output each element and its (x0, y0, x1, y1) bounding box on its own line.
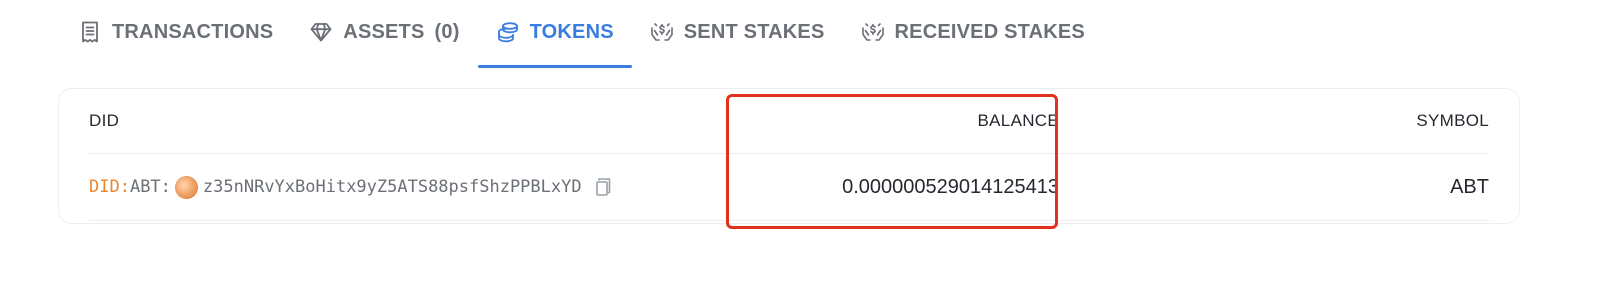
tab-bar: TRANSACTIONS ASSETS (0) TOKENS SENT STAK… (60, 0, 1103, 68)
receipt-icon (78, 20, 102, 44)
balance-value: 0.000000529014125413 (842, 175, 1059, 198)
table-header: DID BALANCE SYMBOL (89, 89, 1489, 154)
tab-tokens[interactable]: TOKENS (477, 0, 632, 68)
tab-label: TOKENS (529, 20, 614, 43)
column-header-symbol[interactable]: SYMBOL (1416, 89, 1489, 153)
tab-label: ASSETS (343, 20, 425, 43)
tab-label: RECEIVED STAKES (894, 20, 1085, 43)
column-header-balance[interactable]: BALANCE (89, 89, 1059, 153)
tab-label: SENT STAKES (683, 20, 825, 43)
symbol-value: ABT (1450, 175, 1489, 198)
tokens-table: DID BALANCE SYMBOL DID: ABT: z35nNRvYxBo… (58, 88, 1520, 224)
hand-stake-icon (861, 20, 885, 44)
tab-sent-stakes[interactable]: SENT STAKES (632, 0, 843, 68)
tab-assets[interactable]: ASSETS (0) (291, 0, 477, 68)
tab-label: TRANSACTIONS (112, 20, 274, 43)
token-page: TRANSACTIONS ASSETS (0) TOKENS SENT STAK… (0, 0, 1600, 300)
assets-count: (0) (434, 20, 460, 43)
diamond-icon (309, 20, 333, 44)
hand-stake-icon (650, 20, 674, 44)
table-row: DID: ABT: z35nNRvYxBoHitx9yZ5ATS88psfShz… (89, 154, 1489, 221)
coins-icon (496, 20, 520, 44)
tab-transactions[interactable]: TRANSACTIONS (60, 0, 291, 68)
tab-received-stakes[interactable]: RECEIVED STAKES (843, 0, 1103, 68)
